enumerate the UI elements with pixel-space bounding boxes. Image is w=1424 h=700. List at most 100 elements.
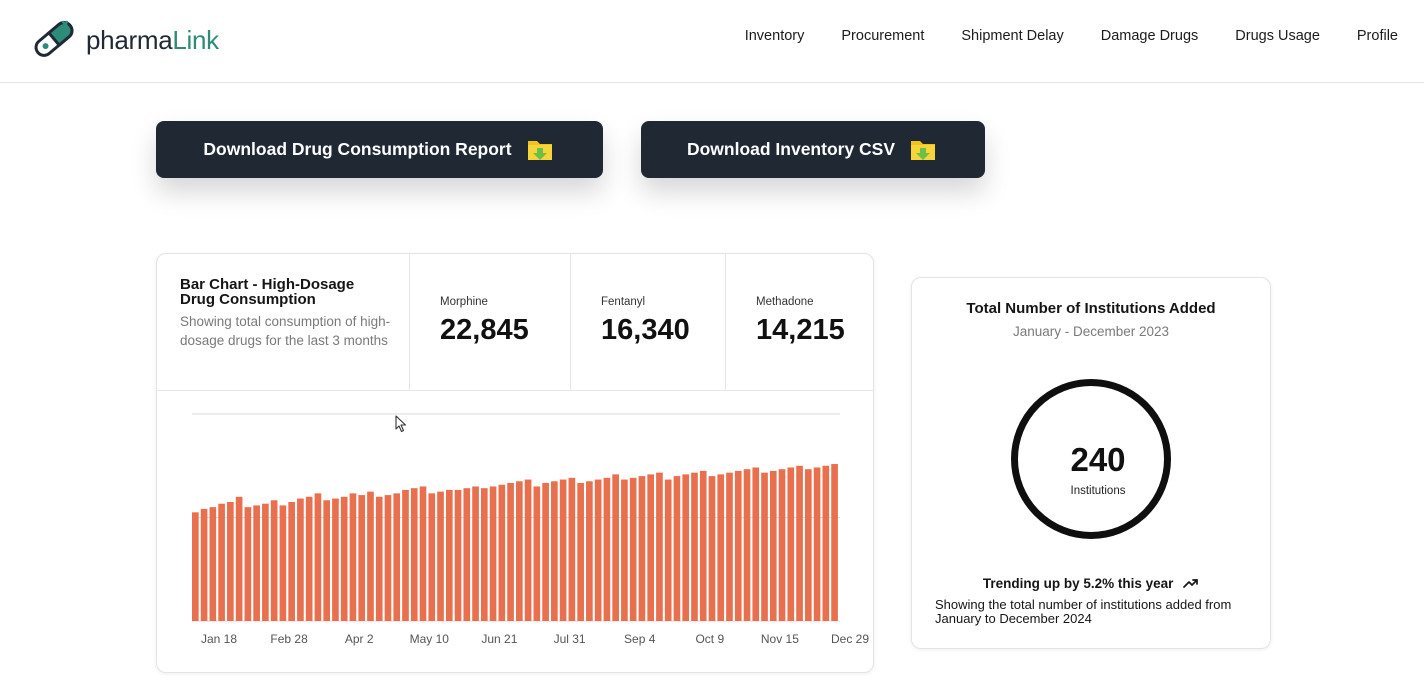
bar[interactable] — [235, 496, 243, 621]
bar[interactable] — [349, 493, 357, 621]
bar[interactable] — [761, 472, 768, 621]
x-tick-label: Jun 21 — [481, 632, 517, 646]
bar[interactable] — [612, 474, 619, 622]
bar[interactable] — [682, 474, 690, 622]
bar[interactable] — [297, 498, 304, 621]
bar[interactable] — [577, 483, 584, 621]
bar[interactable] — [568, 477, 576, 621]
bar[interactable] — [200, 508, 208, 621]
bar[interactable] — [445, 489, 453, 621]
bar[interactable] — [340, 496, 348, 621]
nav-shipment-delay[interactable]: Shipment Delay — [961, 28, 1063, 44]
bar[interactable] — [813, 467, 821, 621]
bar[interactable] — [542, 483, 549, 621]
stat-label: Morphine — [440, 296, 488, 308]
bar[interactable] — [454, 489, 462, 621]
bar[interactable] — [332, 498, 339, 621]
x-tick-label: Oct 9 — [695, 632, 724, 646]
pill-capsule-icon — [30, 16, 80, 65]
bar[interactable] — [393, 493, 401, 621]
bar[interactable] — [262, 503, 269, 621]
bar[interactable] — [472, 486, 479, 621]
bar[interactable] — [192, 512, 199, 621]
bar[interactable] — [314, 493, 322, 621]
bar[interactable] — [524, 479, 532, 621]
bar[interactable] — [227, 501, 234, 621]
stat-fentanyl[interactable]: Fentanyl 16,340 — [570, 254, 725, 390]
bar[interactable] — [586, 481, 593, 621]
bar[interactable] — [638, 476, 646, 621]
bar[interactable] — [498, 484, 506, 621]
download-consumption-report-button[interactable]: Download Drug Consumption Report — [156, 121, 603, 178]
bar[interactable] — [410, 488, 418, 621]
stat-label: Methadone — [756, 296, 814, 308]
bar[interactable] — [489, 486, 497, 621]
bar[interactable] — [603, 477, 611, 621]
bar[interactable] — [708, 476, 716, 621]
bar[interactable] — [288, 501, 295, 621]
bar[interactable] — [305, 496, 313, 621]
bar-chart: Jan 18 Feb 28 Apr 2 May 10 Jun 21 Jul 31 Sep 4… — [192, 413, 869, 646]
bar[interactable] — [218, 503, 225, 621]
bar[interactable] — [734, 470, 742, 621]
nav-menu: Inventory Procurement Shipment Delay Dam… — [708, 28, 1398, 44]
bar[interactable] — [551, 481, 558, 621]
x-tick-label: Nov 15 — [761, 632, 799, 646]
bar[interactable] — [647, 474, 655, 622]
bar[interactable] — [804, 469, 812, 621]
bar[interactable] — [367, 491, 374, 622]
bar[interactable] — [629, 477, 637, 621]
nav-drugs-usage[interactable]: Drugs Usage — [1235, 28, 1320, 44]
stat-value: 16,340 — [601, 314, 690, 346]
bar[interactable] — [559, 479, 567, 621]
bar[interactable] — [787, 467, 795, 621]
bar[interactable] — [428, 493, 436, 621]
bar[interactable] — [533, 486, 541, 621]
x-tick-label: Sep 4 — [624, 632, 656, 646]
drug-consumption-card: Bar Chart - High-Dosage Drug Consumption… — [156, 253, 874, 673]
bar[interactable] — [358, 495, 366, 621]
bar[interactable] — [253, 505, 260, 621]
institutions-count: 240 — [1070, 441, 1126, 478]
bar[interactable] — [402, 489, 409, 621]
bar[interactable] — [279, 505, 287, 621]
bar[interactable] — [778, 469, 786, 621]
nav-inventory[interactable]: Inventory — [745, 28, 805, 44]
bar[interactable] — [507, 483, 514, 621]
bar[interactable] — [323, 500, 331, 621]
stat-value: 22,845 — [440, 314, 529, 346]
nav-damage-drugs[interactable]: Damage Drugs — [1101, 28, 1199, 44]
bar[interactable] — [516, 481, 523, 621]
bar[interactable] — [621, 479, 628, 621]
bar[interactable] — [419, 486, 427, 621]
stat-methadone[interactable]: Methadone 14,215 — [725, 254, 874, 390]
bar[interactable] — [437, 491, 444, 622]
bar[interactable] — [691, 472, 698, 621]
bar[interactable] — [375, 496, 383, 621]
bar[interactable] — [594, 479, 602, 621]
bar[interactable] — [270, 500, 278, 621]
download-inventory-csv-button[interactable]: Download Inventory CSV — [641, 121, 985, 178]
stat-morphine[interactable]: Morphine 22,845 — [409, 254, 570, 390]
bar[interactable] — [831, 464, 838, 621]
bar[interactable] — [699, 470, 707, 621]
nav-procurement[interactable]: Procurement — [841, 28, 924, 44]
bar[interactable] — [743, 469, 751, 621]
bar[interactable] — [463, 488, 471, 621]
bar[interactable] — [209, 507, 217, 621]
bar[interactable] — [822, 465, 830, 621]
bar[interactable] — [726, 472, 733, 621]
nav-profile[interactable]: Profile — [1357, 28, 1398, 44]
bar[interactable] — [752, 467, 760, 621]
bar[interactable] — [769, 470, 777, 621]
bar[interactable] — [384, 495, 392, 621]
bar[interactable] — [244, 507, 252, 621]
bar[interactable] — [717, 474, 725, 622]
pharmalink-logo[interactable]: pharmaLink — [30, 16, 219, 65]
bar[interactable] — [480, 488, 488, 621]
bar[interactable] — [656, 472, 663, 621]
trending-up-icon — [1183, 577, 1199, 592]
bar[interactable] — [796, 465, 803, 621]
bar[interactable] — [673, 476, 681, 621]
bar[interactable] — [664, 479, 672, 621]
